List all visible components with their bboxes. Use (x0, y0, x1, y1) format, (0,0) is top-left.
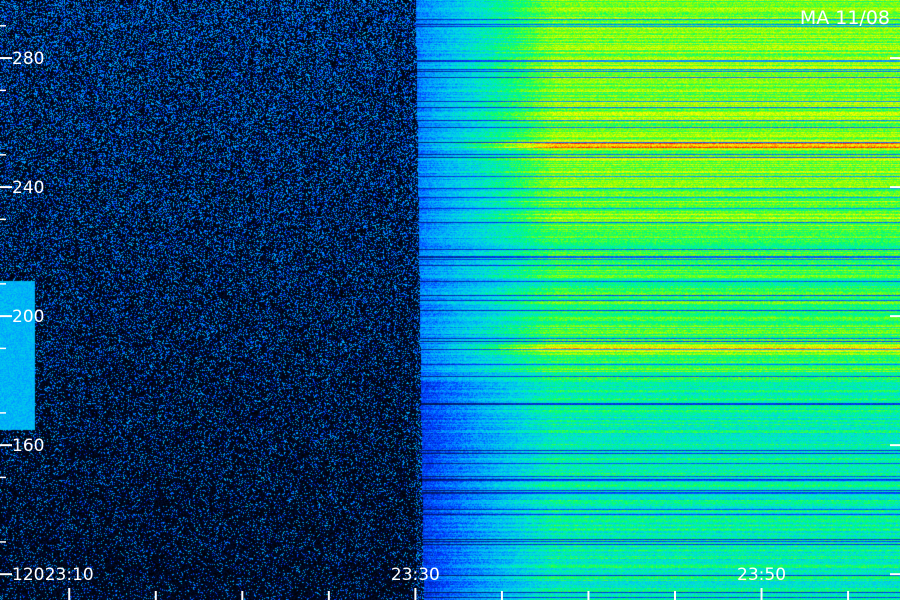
y-tick-label: 120 (12, 565, 44, 585)
y-tick-label: 240 (12, 178, 44, 198)
chart-axes-overlay: 280 240 200 160 120 23:10 23:30 23:50 MA 11/08 (0, 7, 900, 600)
x-axis: 23:10 23:30 23:50 (45, 565, 850, 600)
x-tick-label: 23:10 (45, 565, 94, 585)
chart-title: MA 11/08 (800, 7, 890, 29)
y-tick-label: 200 (12, 307, 44, 327)
y-axis-left: 280 240 200 160 120 (0, 25, 44, 585)
x-tick-label: 23:50 (737, 565, 786, 585)
y-axis-right (890, 57, 900, 576)
y-tick-label: 160 (12, 436, 44, 456)
x-tick-label: 23:30 (391, 565, 440, 585)
y-tick-label: 280 (12, 49, 44, 69)
